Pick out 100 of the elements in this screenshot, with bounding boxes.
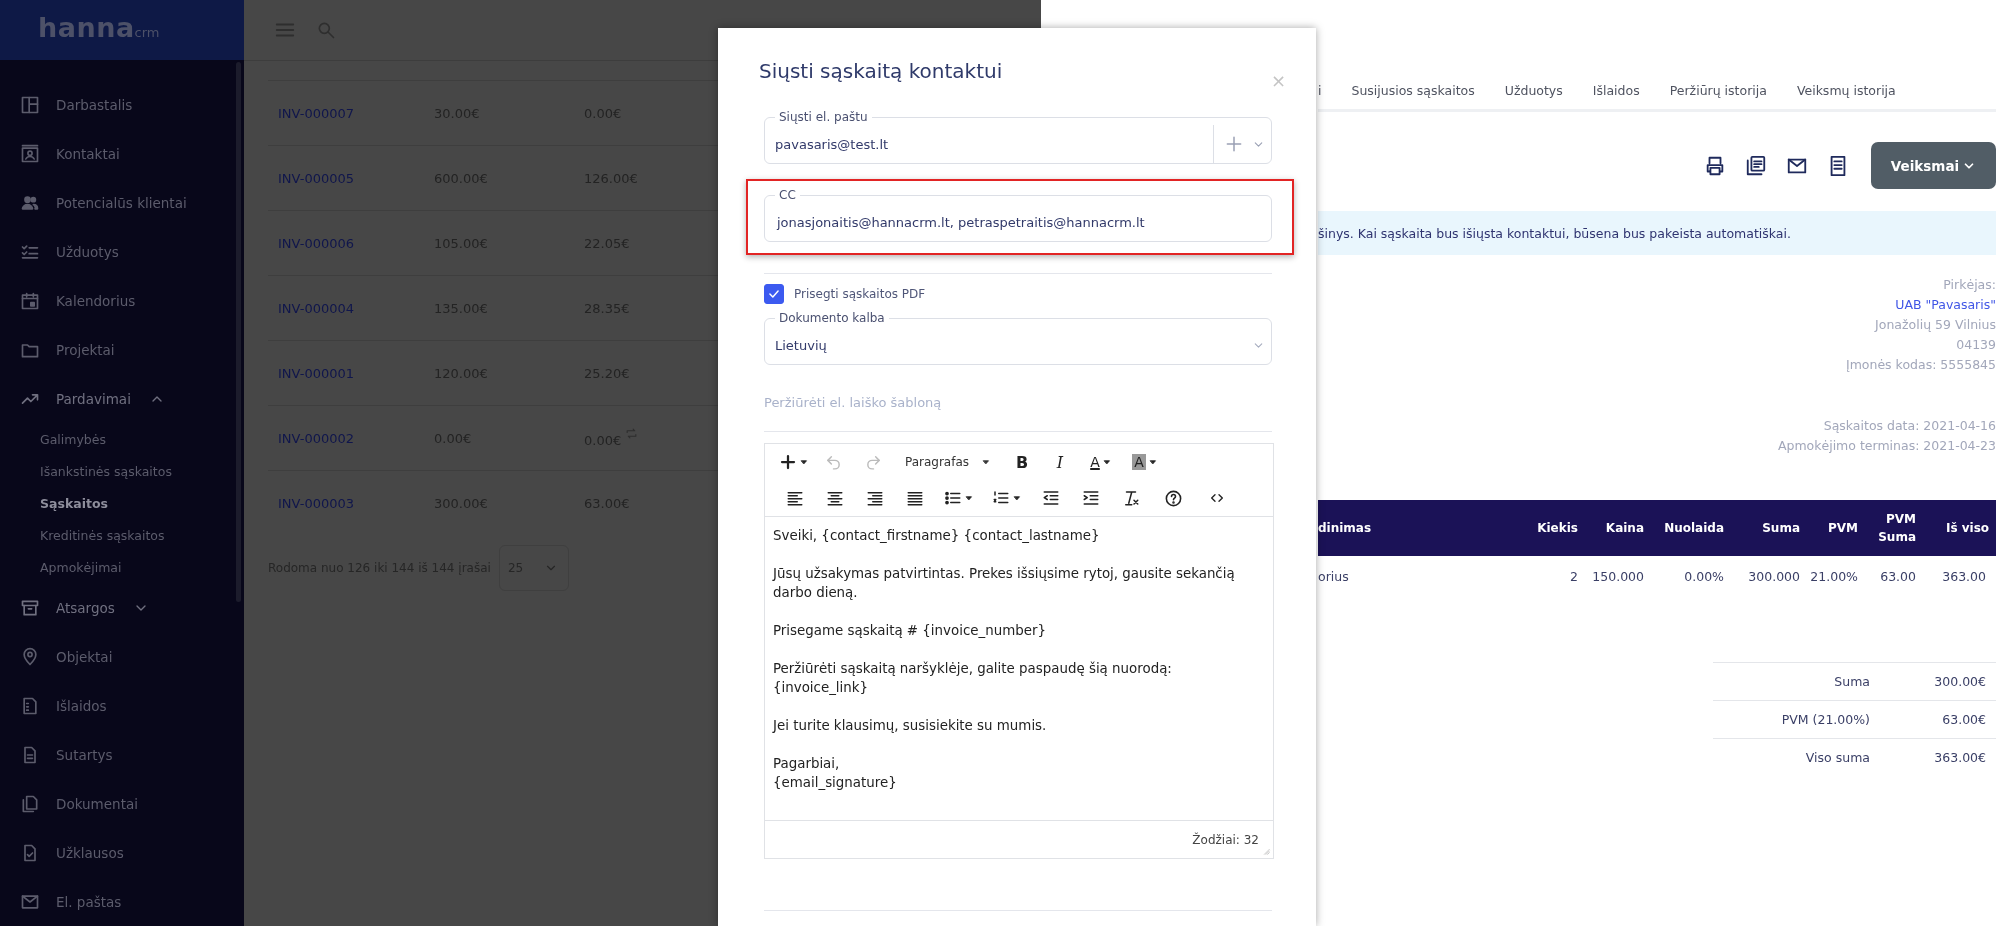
sidebar-item[interactable]: Užklausos xyxy=(0,828,244,877)
column-header: PVM Suma xyxy=(1877,511,1916,546)
table-cell-text: orius xyxy=(1318,568,1350,584)
align-right-icon xyxy=(866,489,884,507)
plus-icon xyxy=(779,453,797,471)
sidebar-subitem[interactable]: Apmokėjimai xyxy=(0,551,244,583)
tab[interactable]: Susijusios sąskaitos xyxy=(1351,83,1475,98)
sidebar-item[interactable]: Dokumentai xyxy=(0,779,244,828)
editor-paragraph: Prisegame sąskaitą # {invoice_number} xyxy=(773,622,1047,640)
sidebar-item[interactable]: Pardavimai xyxy=(0,374,244,423)
logo: hannacrm xyxy=(38,12,160,45)
table-cell-text: 2 xyxy=(1569,568,1578,584)
sidebar-item[interactable]: El. paštas xyxy=(0,877,244,926)
column-header: Suma xyxy=(1761,521,1800,535)
invoice-link[interactable]: INV-000004 xyxy=(278,300,354,316)
table-cell-text: 150.000 xyxy=(1591,568,1644,584)
buyer-postcode: 04139 xyxy=(1955,336,1996,354)
checkbox-label: Prisegti sąskaitos PDF xyxy=(794,287,926,301)
highlight-button[interactable]: A xyxy=(1123,448,1167,476)
contact-card-icon xyxy=(20,143,40,164)
editor-paragraph: Jei turite klausimų, susisiekite su mumis. xyxy=(773,717,1048,735)
language-select[interactable]: Dokumento kalba Lietuvių xyxy=(764,310,1272,365)
undo-icon xyxy=(824,453,842,471)
tab[interactable]: Užduotys xyxy=(1504,83,1563,98)
close-button[interactable]: × xyxy=(1266,68,1290,93)
email-field[interactable]: Siųsti el. paštu pavasaris@test.lt xyxy=(764,109,1272,164)
total-label: PVM (21.00%) xyxy=(1780,712,1870,727)
caret-icon xyxy=(964,493,974,503)
text-color-button[interactable]: A xyxy=(1079,448,1123,476)
sidebar-item[interactable]: Potencialūs klientai xyxy=(0,178,244,227)
template-link[interactable]: Peržiūrėti el. laiško šabloną xyxy=(764,395,942,411)
invoice-link[interactable]: INV-000003 xyxy=(278,495,354,511)
sidebar-item[interactable]: Išlaidos xyxy=(0,681,244,730)
receipt-icon xyxy=(20,695,40,716)
column-header: Kaina xyxy=(1604,521,1644,535)
column-header: dinimas xyxy=(1318,521,1373,535)
bold-button[interactable]: B xyxy=(1003,448,1041,476)
column-header: Nuolaida xyxy=(1663,521,1724,535)
total-label: Viso suma xyxy=(1804,750,1870,765)
document-stack-icon xyxy=(1745,154,1767,177)
table-cell-text: 0.00% xyxy=(1683,568,1724,584)
table-cell-text: 363.00 xyxy=(1941,568,1986,584)
invoice-link[interactable]: INV-000005 xyxy=(278,170,354,186)
documents-icon xyxy=(20,793,40,814)
format-select[interactable]: Paragrafas xyxy=(893,448,1003,476)
redo-icon xyxy=(864,453,882,471)
checkbox[interactable] xyxy=(764,284,784,304)
sidebar-item[interactable]: Darbastalis xyxy=(0,80,244,129)
editor-paragraph: Peržiūrėti sąskaitą naršyklėje, galite paspaudę šią nuorodą: {invoice_link} xyxy=(773,660,1173,697)
sidebar-subitem[interactable]: Galimybės xyxy=(0,423,244,455)
sidebar-subitem[interactable]: Sąskaitos xyxy=(0,487,244,519)
tab[interactable]: Peržiūrų istorija xyxy=(1669,83,1767,98)
buyer-link[interactable]: UAB "Pavasaris" xyxy=(1318,295,1996,315)
total-value: 63.00€ xyxy=(1941,712,1986,727)
table-cell-text: 300.000 xyxy=(1747,568,1800,584)
justify-icon xyxy=(906,489,924,507)
column-header: PVM xyxy=(1826,521,1858,535)
dialog-title: Siųsti sąskaitą kontaktui xyxy=(759,58,1004,84)
invoice-date: Sąskaitos data: 2021-04-16 xyxy=(1822,417,1996,435)
caret-icon xyxy=(1101,457,1112,467)
sidebar-subitem[interactable]: Kreditinės sąskaitos xyxy=(0,519,244,551)
sidebar-subitem[interactable]: Išankstinės sąskaitos xyxy=(0,455,244,487)
editor-paragraph: Jūsų užsakymas patvirtintas. Prekes išsiųsime rytoj, gausite sekančią darbo dieną. xyxy=(773,565,1236,602)
sidebar-item[interactable]: Objektai xyxy=(0,632,244,681)
tab[interactable]: Išlaidos xyxy=(1592,83,1640,98)
invoice-link[interactable]: INV-000007 xyxy=(278,105,354,121)
cc-field[interactable]: CC jonasjonaitis@hannacrm.lt, petraspetraitis@hannacrm.lt xyxy=(764,187,1272,242)
word-count: Žodžiai: 32 xyxy=(1192,832,1259,847)
table-cell-text: 21.00% xyxy=(1809,568,1858,584)
total-value: 363.00€ xyxy=(1933,750,1986,765)
sidebar-item[interactable]: Kalendorius xyxy=(0,276,244,325)
invoice-link[interactable]: INV-000001 xyxy=(278,365,354,381)
caret-icon xyxy=(1012,493,1022,503)
bullet-list-icon xyxy=(944,489,962,507)
resize-grip-icon xyxy=(1261,846,1271,856)
invoice-date: Apmokėjimo terminas: 2021-04-23 xyxy=(1776,437,1996,455)
tab[interactable]: i xyxy=(1318,83,1322,98)
tab[interactable]: Veiksmų istorija xyxy=(1796,83,1896,98)
sidebar-item[interactable]: Atsargos xyxy=(0,583,244,632)
company-code: Įmonės kodas: 5555845 xyxy=(1845,356,1996,374)
notice-text: šinys. Kai sąskaita bus išiųsta kontaktui, būsena bus pakeista automatiškai. xyxy=(1318,225,1791,241)
sidebar-item[interactable]: Kontaktai xyxy=(0,129,244,178)
actions-button[interactable]: Veiksmai xyxy=(1871,142,1996,189)
total-value: 300.00€ xyxy=(1933,674,1986,689)
sidebar-item[interactable]: Užduotys xyxy=(0,227,244,276)
align-center-icon xyxy=(826,489,844,507)
dashboard-icon xyxy=(20,94,40,115)
outdent-icon xyxy=(1042,489,1060,507)
italic-button[interactable]: I xyxy=(1041,448,1079,476)
check-icon xyxy=(767,287,781,301)
buyer-label: Pirkėjas: xyxy=(1942,276,1996,294)
caret-icon xyxy=(1147,457,1158,467)
help-icon xyxy=(1163,488,1183,508)
table-cell-text: 63.00 xyxy=(1879,568,1916,584)
location-pin-icon xyxy=(20,646,40,667)
total-label: Suma xyxy=(1833,674,1870,689)
sidebar-item[interactable]: Sutartys xyxy=(0,730,244,779)
invoice-link[interactable]: INV-000006 xyxy=(278,235,354,251)
invoice-link[interactable]: INV-000002 xyxy=(278,430,354,446)
sidebar-item[interactable]: Projektai xyxy=(0,325,244,374)
